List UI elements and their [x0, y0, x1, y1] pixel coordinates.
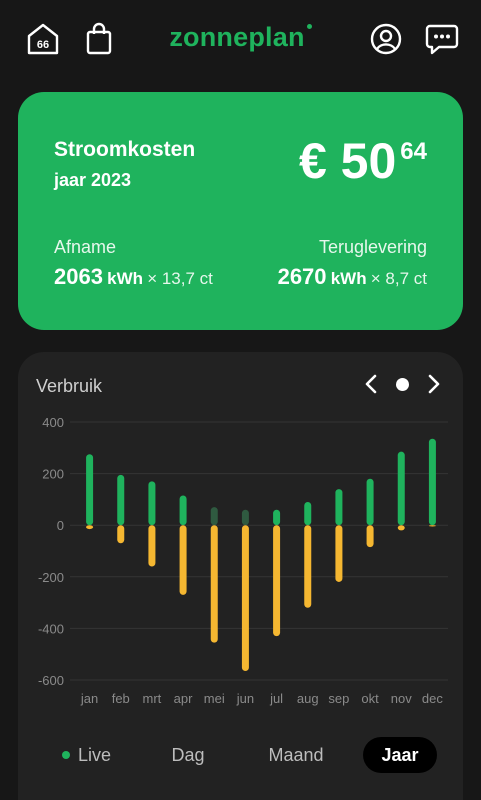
chart-bar-aug-teruglevering	[304, 525, 312, 608]
y-tick-label: 0	[57, 518, 64, 533]
chart-title: Verbruik	[36, 376, 103, 396]
chart-bar-jun-afname	[241, 509, 249, 526]
x-tick-label: mei	[204, 691, 225, 706]
chart-bar-jan-teruglevering	[86, 525, 94, 530]
chart-bar-sep-afname	[335, 489, 343, 526]
teruglevering-label: Teruglevering	[318, 237, 427, 257]
user-circle-icon[interactable]	[369, 22, 403, 56]
chart-bar-okt-afname	[366, 478, 374, 526]
chart-bar-sep-teruglevering	[335, 525, 343, 582]
teruglevering-value: 2670 kWh × 8,7 ct	[278, 264, 427, 290]
stroomkosten-card[interactable]: Stroomkosten jaar 2023 € 50 64 Afname Te…	[18, 92, 463, 330]
y-tick-label: 200	[42, 467, 64, 482]
chart-bar-mei-afname	[210, 507, 218, 526]
chevron-left-icon[interactable]	[364, 374, 378, 394]
tab-live-label: Live	[78, 745, 112, 765]
y-tick-label: 400	[42, 415, 64, 430]
afname-kwh: 2063	[54, 264, 103, 289]
chat-bubble-icon[interactable]	[425, 22, 459, 56]
live-dot-icon	[62, 751, 70, 759]
chart-bar-aug-afname	[304, 501, 312, 526]
top-bar: 66 zonneplan	[0, 0, 481, 78]
x-tick-label: nov	[391, 691, 412, 706]
page-indicator-dot	[396, 377, 409, 391]
chart-bar-jul-teruglevering	[273, 525, 281, 637]
afname-label: Afname	[54, 237, 117, 257]
x-tick-label: dec	[422, 691, 443, 706]
tab-maand[interactable]: Maand	[256, 737, 336, 773]
afname-unit: kWh	[107, 269, 144, 288]
chart-bar-feb-afname	[117, 474, 125, 526]
tab-jaar[interactable]: Jaar	[363, 737, 437, 773]
chart-bar-nov-teruglevering	[397, 525, 405, 531]
chart-bar-jun-teruglevering	[241, 525, 249, 671]
chart-bar-mei-teruglevering	[210, 525, 218, 643]
period-tabs: Live Dag Maand Jaar	[18, 737, 463, 777]
x-tick-label: sep	[328, 691, 349, 706]
card-title: Stroomkosten	[54, 138, 196, 161]
y-tick-label: -200	[38, 570, 64, 585]
zonneplan-logo: zonneplan	[0, 22, 481, 53]
afname-multiplier: × 13,7 ct	[147, 269, 213, 288]
afname-value: 2063 kWh × 13,7 ct	[54, 264, 213, 290]
tab-live[interactable]: Live	[62, 737, 142, 773]
cost-amount: € 50 64	[299, 136, 427, 186]
x-tick-label: apr	[174, 691, 193, 706]
teruglevering-unit: kWh	[330, 269, 367, 288]
chart-bar-apr-afname	[179, 495, 187, 526]
chevron-right-icon[interactable]	[427, 374, 441, 394]
chart-bar-nov-afname	[397, 451, 405, 526]
verbruik-card: Verbruik 400 200 0 -200 -400 -600 jan feb mrt apr…	[18, 352, 463, 800]
x-tick-label: jan	[80, 691, 98, 706]
y-tick-label: -400	[38, 621, 64, 636]
teruglevering-kwh: 2670	[277, 264, 327, 289]
chart-bar-okt-teruglevering	[366, 525, 374, 548]
x-tick-label: jun	[236, 691, 254, 706]
x-tick-label: mrt	[143, 691, 162, 706]
chart-nav	[364, 374, 441, 394]
logo-text: zonneplan	[169, 22, 305, 52]
x-tick-label: jul	[269, 691, 283, 706]
verbruik-chart: 400 200 0 -200 -400 -600 jan feb mrt apr mei jun jul…	[38, 415, 448, 706]
chart-bar-mrt-teruglevering	[148, 525, 156, 567]
chart-bar-jul-afname	[273, 509, 281, 526]
chart-bar-jan-afname	[86, 454, 94, 526]
x-tick-label: aug	[297, 691, 319, 706]
chart-bar-feb-teruglevering	[117, 525, 125, 544]
chart-bar-dec-afname	[428, 438, 436, 526]
chart-bar-apr-teruglevering	[179, 525, 187, 595]
teruglevering-multiplier: × 8,7 ct	[370, 269, 427, 288]
amount-main: € 50	[298, 133, 397, 189]
y-tick-label: -600	[38, 673, 64, 688]
card-period: jaar 2023	[54, 170, 132, 190]
tab-dag[interactable]: Dag	[158, 737, 218, 773]
chart-bar-dec-teruglevering	[428, 525, 436, 527]
chart-bar-mrt-afname	[148, 481, 156, 526]
amount-cents: 64	[400, 138, 427, 165]
x-tick-label: feb	[112, 691, 130, 706]
x-tick-label: okt	[361, 691, 379, 706]
